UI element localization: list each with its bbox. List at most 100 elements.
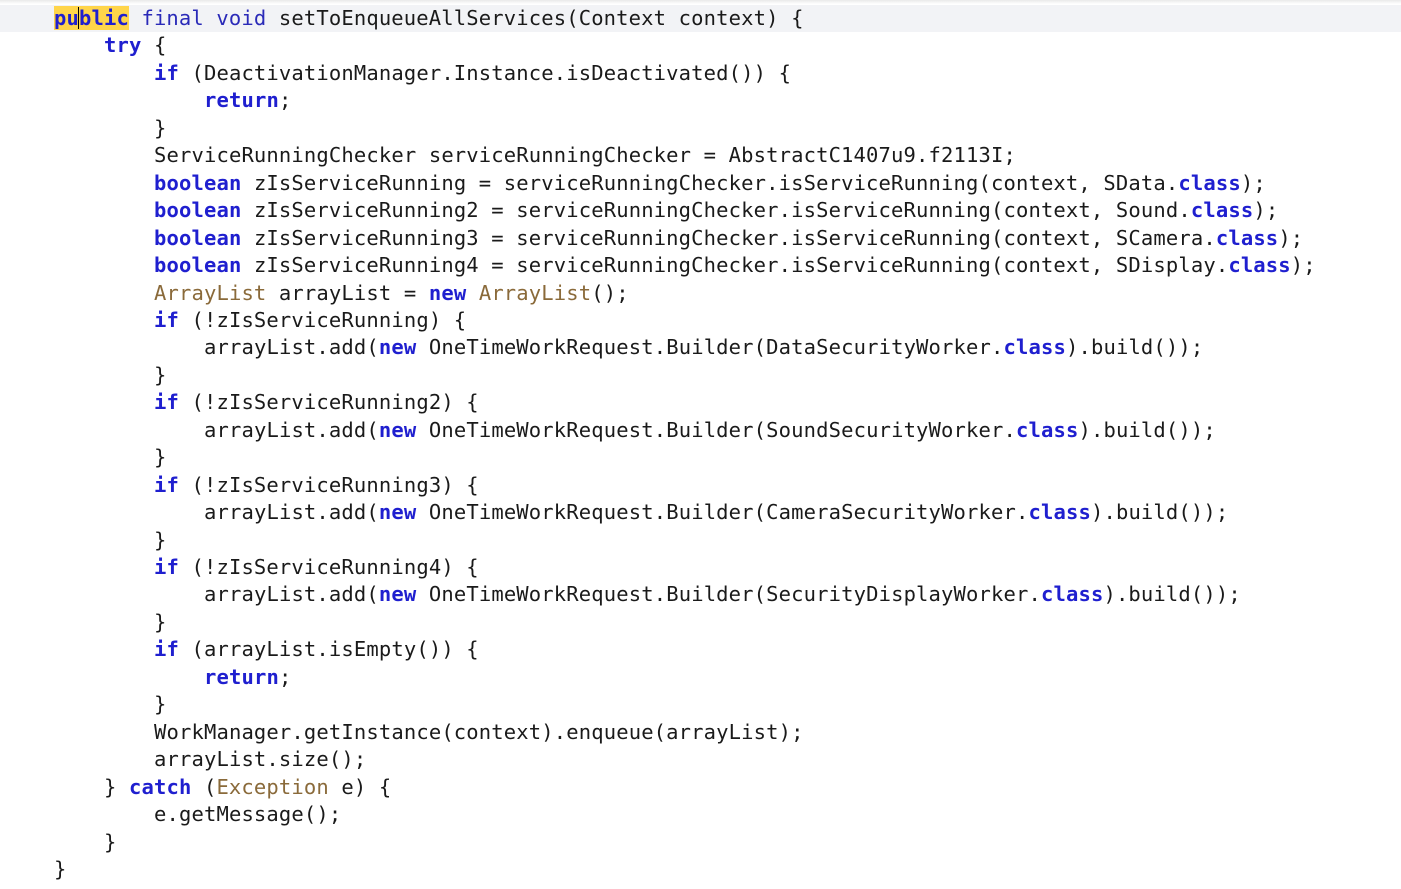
code-keyword: boolean [154, 225, 242, 250]
code-token: } [154, 692, 167, 717]
code-token: arrayList = [266, 280, 429, 305]
code-keyword: if [154, 472, 179, 497]
code-token: arrayList.add( [204, 500, 379, 525]
code-line[interactable]: } [0, 691, 1401, 718]
code-line[interactable]: } [0, 609, 1401, 636]
code-token: (arrayList.isEmpty()) { [178, 637, 479, 662]
code-line[interactable]: return; [0, 87, 1401, 114]
code-line[interactable]: } [0, 444, 1401, 471]
code-token: zIsServiceRunning4 = serviceRunningCheck… [241, 253, 1229, 278]
code-token: } [54, 856, 67, 881]
code-line[interactable]: public final void setToEnqueueAllService… [0, 5, 1401, 33]
code-keyword: void [216, 6, 267, 30]
code-line[interactable]: if (!zIsServiceRunning) { [0, 307, 1401, 334]
code-token: arrayList.add( [204, 582, 379, 607]
code-token: OneTimeWorkRequest.Builder(SecurityDispl… [416, 582, 1041, 607]
code-keyword: if [154, 60, 179, 85]
code-line[interactable]: boolean zIsServiceRunning3 = serviceRunn… [0, 225, 1401, 252]
code-token: } [154, 115, 167, 140]
code-token: ).build()); [1090, 500, 1229, 525]
code-line[interactable]: e.getMessage(); [0, 801, 1401, 828]
code-token: arrayList.add( [204, 417, 379, 442]
code-token: arrayList.add( [204, 335, 379, 360]
code-keyword: class [1178, 170, 1241, 195]
code-line[interactable]: } [0, 856, 1401, 883]
code-token: ); [1278, 225, 1304, 250]
code-token: OneTimeWorkRequest.Builder(SoundSecurity… [416, 417, 1016, 442]
code-line[interactable]: arrayList.add(new OneTimeWorkRequest.Bui… [0, 334, 1401, 361]
code-keyword: class [1028, 500, 1091, 525]
code-token: (); [591, 280, 629, 305]
code-line[interactable]: } [0, 829, 1401, 856]
code-token: context) { [666, 6, 804, 30]
code-type: ArrayList [478, 280, 592, 305]
code-line[interactable]: arrayList.add(new OneTimeWorkRequest.Bui… [0, 581, 1401, 608]
code-token: ).build()); [1103, 582, 1241, 607]
code-keyword: class [1190, 198, 1254, 223]
code-line[interactable]: boolean zIsServiceRunning2 = serviceRunn… [0, 197, 1401, 224]
code-line[interactable]: WorkManager.getInstance(context).enqueue… [0, 719, 1401, 746]
code-keyword: new [428, 280, 467, 305]
code-keyword: new [378, 582, 417, 607]
code-line[interactable]: ServiceRunningChecker serviceRunningChec… [0, 142, 1401, 169]
code-keyword: try [104, 33, 142, 58]
code-token: ; [278, 88, 292, 113]
code-keyword: class [1003, 335, 1066, 360]
code-line[interactable]: return; [0, 664, 1401, 691]
code-line[interactable]: boolean zIsServiceRunning = serviceRunni… [0, 170, 1401, 197]
code-keyword: final [141, 6, 204, 30]
code-keyword: class [1228, 253, 1291, 278]
code-token: zIsServiceRunning2 = serviceRunningCheck… [241, 198, 1191, 223]
code-token: ServiceRunningChecker serviceRunningChec… [154, 143, 1016, 168]
code-token: e) { [328, 774, 392, 799]
code-type: Exception [216, 774, 329, 799]
code-token: } [154, 609, 167, 634]
code-line[interactable]: } [0, 362, 1401, 389]
code-token: } [104, 774, 129, 799]
code-line[interactable]: arrayList.add(new OneTimeWorkRequest.Bui… [0, 499, 1401, 526]
code-line[interactable]: if (DeactivationManager.Instance.isDeact… [0, 60, 1401, 87]
code-token: } [154, 527, 167, 552]
code-keyword: boolean [154, 170, 242, 195]
code-keyword: catch [128, 774, 192, 799]
code-token: zIsServiceRunning3 = serviceRunningCheck… [241, 225, 1216, 250]
code-token: ( [191, 774, 217, 799]
code-token: setToEnqueueAllServices( [266, 6, 579, 30]
code-line[interactable]: arrayList.size(); [0, 746, 1401, 773]
code-token: } [154, 445, 167, 470]
code-type: ArrayList [154, 280, 267, 305]
code-line[interactable]: if (!zIsServiceRunning3) { [0, 472, 1401, 499]
code-line[interactable]: } [0, 527, 1401, 554]
code-token: ).build()); [1065, 335, 1204, 360]
code-keyword: pu [54, 6, 79, 30]
code-token: ; [278, 664, 292, 689]
code-token: ); [1290, 253, 1316, 278]
code-line[interactable]: try { [0, 32, 1401, 59]
code-token: e.getMessage(); [154, 802, 342, 827]
code-keyword: if [154, 637, 179, 662]
code-line[interactable]: if (!zIsServiceRunning4) { [0, 554, 1401, 581]
code-line[interactable]: if (!zIsServiceRunning2) { [0, 389, 1401, 416]
code-line[interactable]: boolean zIsServiceRunning4 = serviceRunn… [0, 252, 1401, 279]
code-line[interactable]: ArrayList arrayList = new ArrayList(); [0, 280, 1401, 307]
code-token: (!zIsServiceRunning) { [178, 307, 467, 332]
code-keyword: class [1215, 225, 1279, 250]
code-keyword: class [1016, 417, 1079, 442]
code-keyword: boolean [154, 253, 242, 278]
code-line[interactable]: } catch (Exception e) { [0, 774, 1401, 801]
code-token: } [104, 829, 117, 854]
code-token: WorkManager.getInstance(context).enqueue… [154, 719, 804, 744]
code-editor[interactable]: public final void setToEnqueueAllService… [0, 0, 1401, 889]
code-keyword: new [378, 500, 417, 525]
code-keyword: new [378, 417, 417, 442]
code-keyword: return [204, 88, 279, 113]
code-line[interactable]: } [0, 115, 1401, 142]
editor-top-edge [0, 0, 1401, 4]
code-token: (!zIsServiceRunning2) { [178, 390, 479, 415]
code-token: arrayList.size(); [154, 747, 367, 772]
code-line[interactable]: arrayList.add(new OneTimeWorkRequest.Bui… [0, 417, 1401, 444]
code-token: ); [1240, 170, 1266, 195]
code-line[interactable]: if (arrayList.isEmpty()) { [0, 636, 1401, 663]
